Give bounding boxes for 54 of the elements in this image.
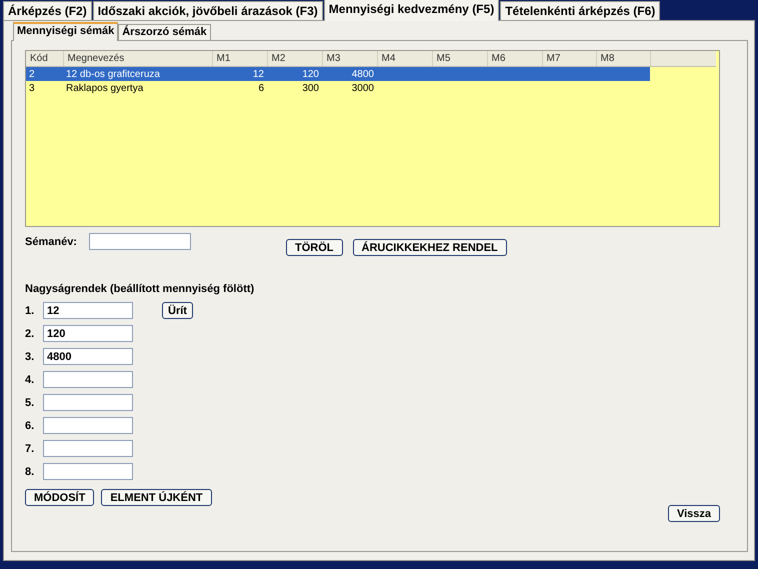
level-number: 5. [25,396,36,408]
table-cell: 4800 [352,68,374,80]
column-header[interactable]: M1 [212,51,267,66]
main-tab[interactable]: Tételenkénti árképzés (F6) [500,1,660,20]
column-header[interactable]: Megnevezés [63,51,212,66]
table-cell: Raklapos gyertya [66,82,144,94]
column-header[interactable]: Kód [26,51,63,66]
action-button[interactable]: ÁRUCIKKEKHEZ RENDEL [352,239,507,256]
back-button[interactable]: Vissza [668,505,720,522]
levels-heading: Nagyságrendek (beállított mennyiség fölött) [25,283,256,295]
level-field[interactable] [43,463,133,480]
level-number: 8. [25,466,36,478]
level-field[interactable] [43,417,133,434]
table-cell: 6 [258,82,264,94]
level-field[interactable]: 12 [43,302,133,319]
form-button[interactable]: ELMENT ÚJKÉNT [101,489,212,506]
level-field[interactable] [43,394,133,411]
column-header[interactable]: M3 [322,51,377,66]
sub-tab[interactable]: Árszorzó sémák [118,24,211,40]
level-number: 7. [25,442,36,454]
level-field[interactable] [43,440,133,457]
level-number: 4. [25,374,36,386]
level-field[interactable]: 120 [43,325,133,342]
table-cell: 300 [302,82,319,94]
column-header[interactable]: M2 [267,51,322,66]
column-header[interactable]: M4 [377,51,432,66]
scheme-name-label: Sémanév: [25,236,78,248]
scheme-name-field[interactable] [89,233,191,250]
main-tab[interactable]: Árképzés (F2) [3,1,92,20]
table-row[interactable]: 3 Raklapos gyertya 6 300 3000 [26,81,716,95]
level-field[interactable] [43,371,133,388]
table-row[interactable]: 2 12 db-os grafitceruza 12 120 4800 [26,66,716,81]
column-header[interactable]: M8 [596,51,650,66]
column-header[interactable]: M5 [432,51,487,66]
table-cell: 3000 [352,82,374,94]
table-cell: 2 [29,68,35,80]
level-field[interactable]: 4800 [43,348,133,365]
level-number: 1. [25,304,36,316]
data-grid[interactable]: Kód Megnevezés M1 M2 M3 M4 M5 M6 M7 M8 2 12 db-os grafitceruza 12 120 4800 3 Raklapos gyertya 6 300 3000 [25,50,720,227]
main-tab[interactable]: Időszaki akciók, jövőbeli árazások (F3) [92,1,323,20]
action-button[interactable]: TÖRÖL [286,239,342,256]
table-cell: 3 [29,82,35,94]
level-number: 6. [25,420,36,432]
form-button[interactable]: MÓDOSÍT [25,489,94,506]
clear-button[interactable]: Ürít [162,302,193,319]
level-number: 3. [25,350,36,362]
column-header[interactable]: M6 [487,51,542,66]
table-cell: 12 [252,68,264,80]
column-header[interactable]: M7 [542,51,596,66]
table-cell: 12 db-os grafitceruza [66,68,160,80]
sub-tab[interactable]: Mennyiségi sémák [13,22,118,41]
level-number: 2. [25,328,36,340]
table-cell: 120 [302,68,319,80]
main-tab[interactable]: Mennyiségi kedvezmény (F5) [324,0,500,21]
